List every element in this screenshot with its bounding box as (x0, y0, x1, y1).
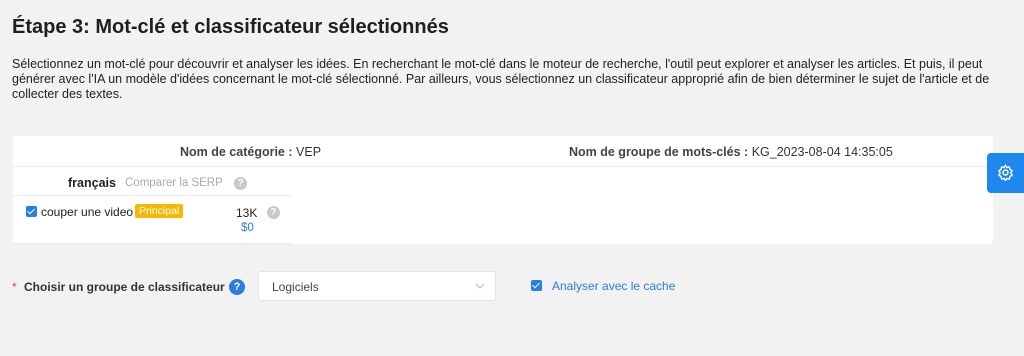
keyword-text: couper une video (41, 205, 134, 219)
chevron-down-icon (475, 283, 485, 289)
keyword-checkbox[interactable] (26, 206, 37, 217)
step-description: Sélectionnez un mot-clé pour découvrir e… (12, 57, 990, 101)
category-value: VEP (296, 145, 322, 159)
classifier-row: * Choisir un groupe de classificateur ? … (0, 270, 1024, 302)
row-divider (13, 243, 291, 244)
keyword-group-label: Nom de groupe de mots-clés : (569, 145, 749, 159)
settings-button[interactable] (987, 153, 1024, 193)
classifier-label: Choisir un groupe de classificateur (24, 280, 225, 294)
language-row: français Comparer la SERP ? (13, 167, 291, 196)
keyword-volume: 13K (236, 206, 258, 220)
category-info: Nom de catégorie : VEP (180, 145, 321, 159)
help-icon[interactable]: ? (229, 279, 245, 295)
principal-badge: Principal (135, 204, 184, 218)
keyword-cpc: $0 (241, 222, 254, 234)
cache-checkbox[interactable] (531, 280, 542, 291)
keyword-group-info: Nom de groupe de mots-clés : KG_2023-08-… (569, 145, 893, 159)
cache-label[interactable]: Analyser avec le cache (552, 279, 675, 293)
card-header: Nom de catégorie : VEP Nom de groupe de … (13, 136, 993, 167)
keyword-group-value: KG_2023-08-04 14:35:05 (751, 145, 893, 159)
category-label: Nom de catégorie : (180, 145, 293, 159)
volume-help-icon[interactable]: ? (267, 206, 280, 219)
gear-icon (997, 164, 1014, 181)
help-icon[interactable]: ? (234, 177, 247, 190)
keyword-card: Nom de catégorie : VEP Nom de groupe de … (13, 136, 993, 244)
classifier-selected-value: Logiciels (272, 280, 319, 294)
page-title: Étape 3: Mot-clé et classificateur sélec… (12, 16, 449, 38)
compare-serp-link[interactable]: Comparer la SERP (125, 177, 223, 189)
classifier-select[interactable]: Logiciels (258, 271, 496, 301)
required-mark: * (12, 280, 17, 294)
language-label: français (68, 176, 116, 190)
